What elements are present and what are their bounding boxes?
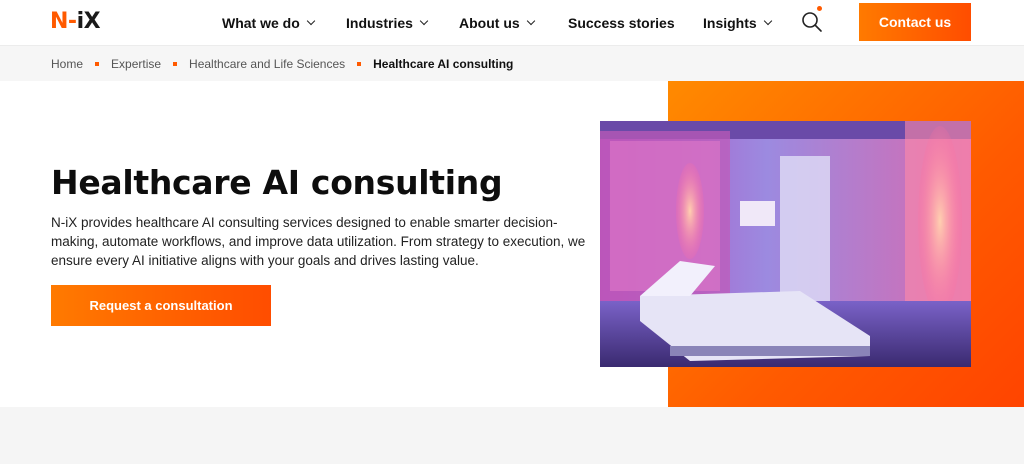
nav-label: About us	[459, 14, 520, 31]
request-consultation-button[interactable]: Request a consultation	[51, 285, 271, 326]
hero-description: N-iX provides healthcare AI consulting s…	[51, 215, 586, 268]
nav-success-stories[interactable]: Success stories	[568, 0, 675, 45]
nav-label: Industries	[346, 14, 413, 31]
nav-insights[interactable]: Insights	[703, 0, 772, 45]
next-section	[0, 407, 1024, 464]
breadcrumb-current: Healthcare AI consulting	[373, 56, 514, 71]
nav-about-us[interactable]: About us	[459, 0, 535, 45]
breadcrumb-expertise[interactable]: Expertise	[111, 57, 161, 71]
breadcrumb-home[interactable]: Home	[51, 57, 83, 71]
breadcrumb-separator	[357, 61, 362, 66]
breadcrumb-separator	[95, 61, 100, 66]
search-icon[interactable]	[800, 6, 824, 34]
nav-what-we-do[interactable]: What we do	[222, 0, 316, 45]
chevron-down-icon	[526, 16, 535, 25]
chevron-down-icon	[419, 16, 429, 25]
notification-dot	[817, 6, 822, 11]
contact-us-button[interactable]: Contact us	[859, 3, 971, 41]
nav-label: Success stories	[568, 14, 675, 31]
chevron-down-icon	[306, 16, 316, 25]
page-title: Healthcare AI consulting	[51, 163, 503, 202]
breadcrumb: Home Expertise Healthcare and Life Scien…	[0, 45, 1024, 81]
nav-label: Insights	[703, 14, 757, 31]
chevron-down-icon	[763, 16, 772, 25]
site-header: N-iX What we do Industries About us Succ…	[0, 0, 1024, 45]
breadcrumb-separator	[173, 61, 178, 66]
nav-industries[interactable]: Industries	[346, 0, 429, 45]
n-ix-logo[interactable]: N-iX	[50, 9, 101, 34]
nav-label: What we do	[222, 14, 300, 31]
hero-image	[600, 121, 971, 367]
breadcrumb-healthcare[interactable]: Healthcare and Life Sciences	[189, 57, 345, 71]
